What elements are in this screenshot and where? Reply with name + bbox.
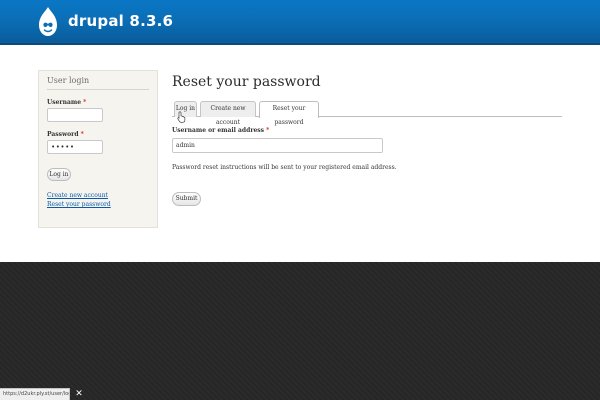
sidebar-login-button[interactable]: Log in (47, 168, 71, 181)
page-title: Reset your password (172, 74, 321, 90)
status-bar-url: https://d2ukr.ply.st/user/login (0, 388, 70, 400)
create-new-account-link[interactable]: Create new account (47, 192, 149, 199)
submit-button[interactable]: Submit (172, 192, 201, 206)
reset-help-text: Password reset instructions will be sent… (172, 164, 397, 171)
user-login-block: User login Username * Password * Log in … (38, 70, 158, 228)
sidebar-password-label-text: Password (47, 131, 79, 138)
tab-reset-your-password[interactable]: Reset your password (259, 101, 319, 126)
sidebar-username-label-text: Username (47, 99, 82, 106)
site-name[interactable]: drupal 8.3.6 (68, 12, 173, 30)
username-or-email-input[interactable] (172, 138, 383, 153)
tabs: Log in Create new account Reset your pas… (172, 100, 562, 126)
required-marker: * (83, 99, 87, 106)
sidebar-username-label: Username * (47, 99, 149, 106)
site-header: drupal 8.3.6 (0, 0, 600, 45)
user-login-title: User login (47, 76, 149, 90)
required-marker: * (266, 127, 270, 134)
drupal-drop-icon[interactable] (37, 6, 59, 38)
username-or-email-label: Username or email address * (172, 127, 269, 134)
site-footer (0, 262, 600, 400)
sidebar-username-input[interactable] (47, 108, 103, 122)
close-icon[interactable]: ✕ (73, 388, 85, 400)
sidebar-password-input[interactable] (47, 140, 103, 154)
username-or-email-label-text: Username or email address (172, 127, 265, 134)
main-area: User login Username * Password * Log in … (0, 45, 600, 262)
sidebar-password-label: Password * (47, 131, 149, 138)
required-marker: * (80, 131, 84, 138)
hand-pointer-icon (177, 111, 186, 123)
tab-create-new-account[interactable]: Create new account (200, 101, 256, 126)
reset-password-link[interactable]: Reset your password (47, 201, 149, 208)
